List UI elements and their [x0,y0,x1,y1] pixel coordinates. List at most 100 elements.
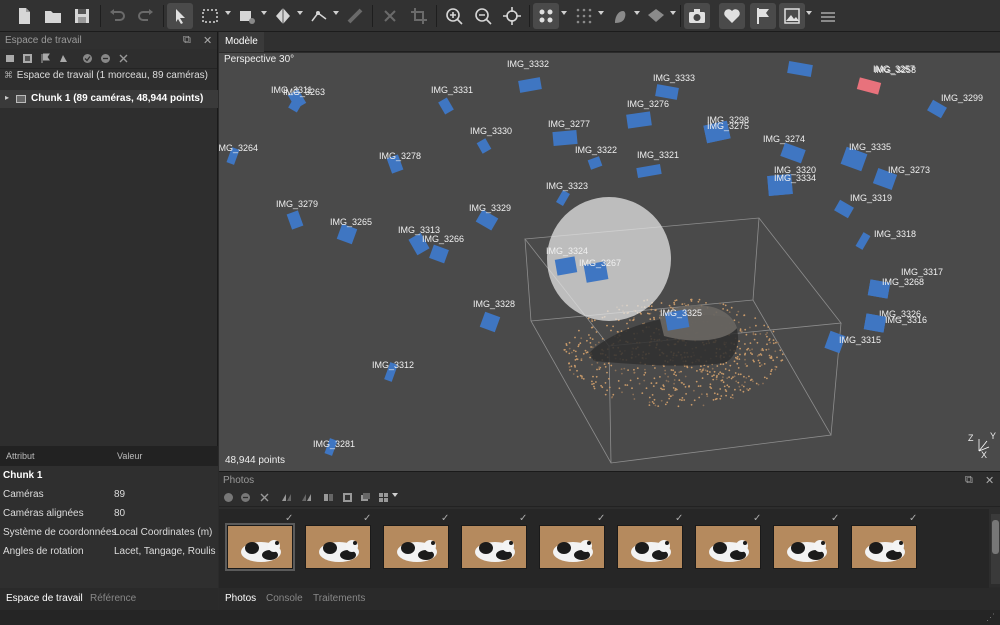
camera-plane[interactable] [587,156,603,170]
tiled-view-icon[interactable] [643,3,669,29]
add-photos-icon[interactable] [22,53,33,64]
model-view-icon[interactable] [607,3,633,29]
camera-plane[interactable] [655,84,679,100]
photo-thumbnail[interactable] [383,525,449,569]
camera-plane[interactable] [780,142,806,164]
camera-frame[interactable]: IMG_3321 [636,150,679,179]
camera-plane[interactable] [556,189,570,207]
disable-icon[interactable] [100,53,111,64]
rect-select-icon[interactable] [197,3,223,29]
camera-plane[interactable] [787,61,813,77]
camera-frame[interactable]: IMG_3329 [469,203,511,231]
camera-frame[interactable]: IMG_3276 [626,99,669,129]
camera-plane[interactable] [518,77,542,93]
tab-photos[interactable]: Photos [225,593,256,604]
zoom-in-icon[interactable] [441,3,467,29]
frame-icon[interactable] [342,492,353,503]
enable-icon[interactable] [223,492,234,503]
pointer-icon[interactable] [167,3,193,29]
camera-frame[interactable]: IMG_3318 [855,229,916,250]
model-viewport[interactable]: IMG_3311 IMG_3263 IMG_3331 IMG_3332 IMG_3333… [219,53,1000,471]
photo-thumbnail[interactable] [305,525,371,569]
close-panel-icon[interactable]: ✕ [203,34,212,47]
camera-frame[interactable]: IMG_3265 [330,217,372,245]
zoom-out-icon[interactable] [470,3,496,29]
camera-frame[interactable]: IMG_3332 [507,59,549,93]
tab-model[interactable]: Modèle [219,32,264,52]
camera-plane[interactable] [626,111,652,129]
add-marker-icon[interactable] [40,53,51,64]
marker-flag-icon[interactable] [750,3,776,29]
camera-plane[interactable] [438,97,454,115]
open-folder-icon[interactable] [40,3,66,29]
new-doc-icon[interactable] [11,3,37,29]
camera-frame[interactable]: IMG_3275 [703,120,749,144]
save-icon[interactable] [69,3,95,29]
chevron-down-icon[interactable] [392,493,398,497]
resize-grip-icon[interactable]: ⋰ [986,612,995,623]
camera-frame[interactable]: IMG_3257 [856,64,915,95]
camera-frame[interactable]: IMG_3273 [872,165,930,190]
camera-frame[interactable]: IMG_3316 [863,313,927,333]
dense-view-icon[interactable] [571,3,597,29]
tab-reference[interactable]: Référence [90,593,136,604]
camera-frame[interactable]: IMG_3331 [431,85,473,115]
shape-icon[interactable] [306,3,332,29]
grid-view-icon[interactable] [378,492,389,503]
free-select-icon[interactable] [234,3,260,29]
add-chunk-icon[interactable] [5,53,16,64]
camera-frame[interactable]: IMG_3281 [313,438,355,456]
photo-thumbnail[interactable] [617,525,683,569]
camera-frame[interactable]: IMG_3333 [653,73,695,100]
camera-frame[interactable]: IMG_3335 [840,142,891,172]
camera-frame[interactable]: IMG_3315 [824,330,881,354]
camera-plane[interactable] [479,311,501,333]
model-scene[interactable]: IMG_3311IMG_3263 IMG_3331IMG_3332IMG_3333… [219,53,1000,471]
photo-thumbnail[interactable] [851,525,917,569]
ortho-icon[interactable] [779,3,805,29]
layers-icon[interactable] [815,3,841,29]
photos-scrollbar[interactable] [991,514,1000,584]
rotate-left-icon[interactable] [281,492,292,503]
camera-plane[interactable] [855,232,871,250]
camera-frame[interactable]: IMG_3319 [834,193,892,219]
photo-thumbnail[interactable] [695,525,761,569]
navigate-icon[interactable] [270,3,296,29]
camera-plane[interactable] [552,129,578,147]
delete-icon[interactable] [377,3,403,29]
tab-processing[interactable]: Traitements [313,593,365,604]
ruler-icon[interactable] [342,3,368,29]
camera-plane[interactable] [429,244,449,264]
camera-plane[interactable] [636,163,662,179]
photo-thumbnail[interactable] [773,525,839,569]
expand-caret-icon[interactable]: ▸ [5,93,9,102]
camera-frame[interactable]: IMG_3328 [473,299,515,333]
enable-icon[interactable] [82,53,93,64]
camera-frame[interactable]: IMG_3323 [546,181,588,207]
camera-plane[interactable] [856,77,882,95]
camera-plane[interactable] [554,256,578,276]
disable-icon[interactable] [240,492,251,503]
rotate-right-icon[interactable] [301,492,312,503]
float-panel-icon[interactable]: ⧉ [965,474,973,487]
float-panel-icon[interactable]: ⧉ [183,34,191,47]
camera-icon[interactable] [684,3,710,29]
remove-icon[interactable] [259,492,270,503]
redo-icon[interactable] [133,3,159,29]
camera-frame[interactable]: IMG_3279 [276,199,318,230]
camera-frame[interactable]: IMG_3274 [763,134,806,164]
texture-icon[interactable] [719,3,745,29]
photo-thumbnail[interactable] [225,523,295,571]
camera-frame[interactable]: IMG_3322 [575,145,617,170]
tab-workspace[interactable]: Espace de travail [6,593,83,604]
crop-icon[interactable] [406,3,432,29]
remove-icon[interactable] [118,53,129,64]
reset-view-icon[interactable] [499,3,525,29]
mask-icon[interactable] [323,492,334,503]
camera-frame[interactable]: IMG_3268 [867,277,924,299]
photo-thumbnail[interactable] [539,525,605,569]
undo-icon[interactable] [104,3,130,29]
add-shape-icon[interactable] [58,53,69,64]
stack-icon[interactable] [360,492,371,503]
camera-frame[interactable]: IMG_3278 [379,151,421,174]
